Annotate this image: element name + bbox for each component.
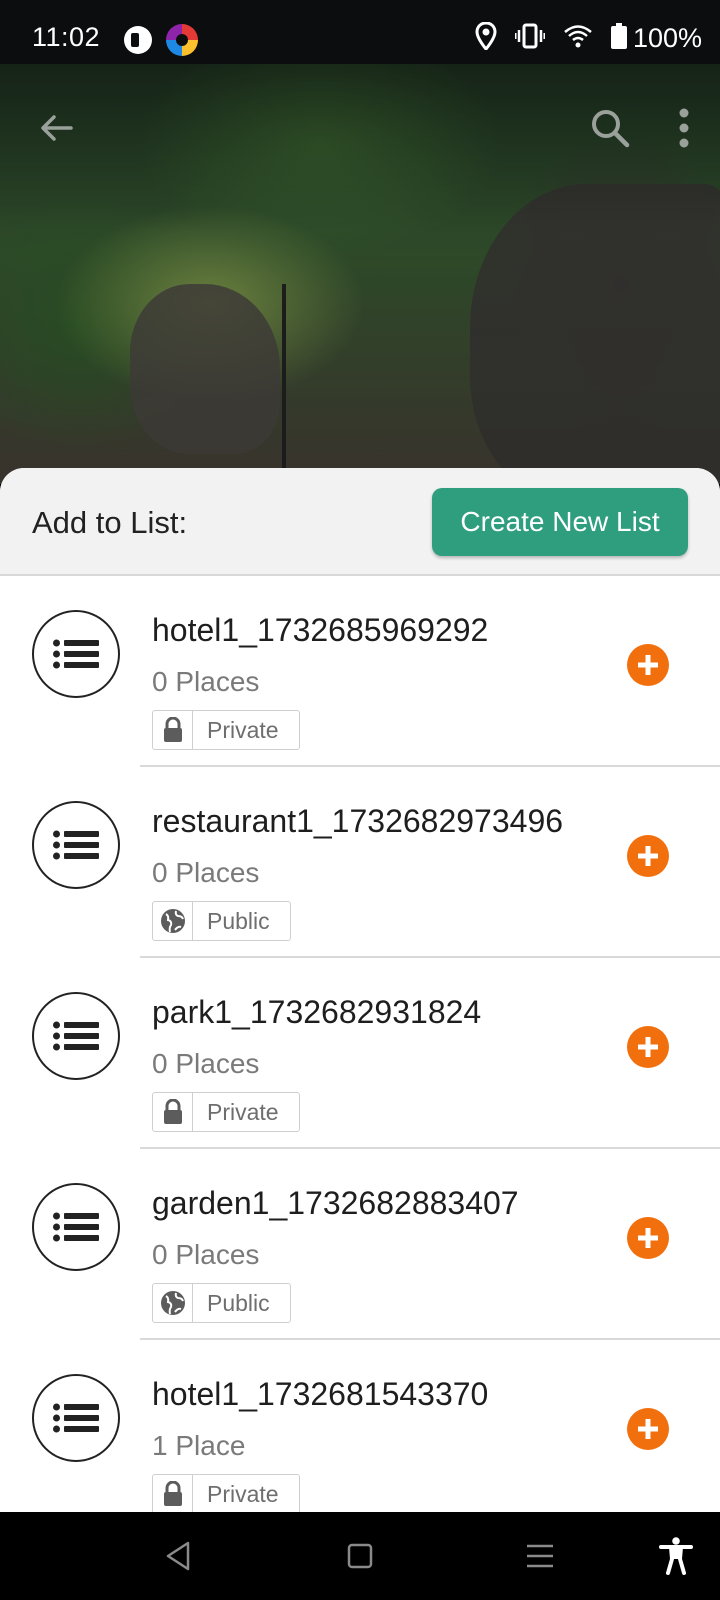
status-time: 11:02 [32, 22, 101, 52]
sheet-header: Add to List: Create New List [0, 468, 720, 576]
list-name: hotel1_1732681543370 [152, 1376, 489, 1412]
vibrate-icon [514, 23, 546, 54]
battery-percent: 100% [632, 23, 702, 53]
add-to-list-button[interactable] [627, 1408, 669, 1450]
list-icon [32, 1374, 120, 1462]
search-icon[interactable] [586, 104, 634, 152]
lock-icon [153, 1475, 193, 1512]
lists-container: hotel1_1732685969292 0 Places Private re… [0, 576, 720, 1512]
add-to-list-sheet: Add to List: Create New List hotel1_1732… [0, 468, 720, 1512]
visibility-label: Private [207, 1098, 279, 1125]
list-item[interactable]: hotel1_1732685969292 0 Places Private [0, 576, 720, 767]
location-icon [475, 21, 497, 55]
status-bar: 11:02 100% [0, 0, 720, 64]
list-name: park1_1732682931824 [152, 994, 482, 1030]
lock-icon [153, 1093, 193, 1131]
list-place-count: 0 Places [152, 1048, 260, 1079]
list-icon [32, 992, 120, 1080]
add-to-list-button[interactable] [627, 835, 669, 877]
list-place-count: 0 Places [152, 1239, 260, 1270]
app-icon [124, 26, 152, 54]
list-place-count: 0 Places [152, 666, 260, 697]
photos-app-icon [166, 24, 198, 56]
list-name: restaurant1_1732682973496 [152, 803, 564, 839]
list-name: garden1_1732682883407 [152, 1185, 519, 1221]
home-square-icon[interactable] [336, 1532, 384, 1580]
visibility-badge: Public [152, 901, 291, 941]
back-arrow-icon[interactable] [32, 104, 80, 152]
list-place-count: 1 Place [152, 1430, 246, 1461]
list-item[interactable]: hotel1_1732681543370 1 Place Private [0, 1340, 720, 1512]
back-triangle-icon[interactable] [154, 1532, 202, 1580]
add-to-list-button[interactable] [627, 644, 669, 686]
globe-icon [153, 902, 193, 940]
add-to-list-button[interactable] [627, 1217, 669, 1259]
visibility-badge: Private [152, 1474, 300, 1512]
add-to-list-button[interactable] [627, 1026, 669, 1068]
visibility-badge: Private [152, 1092, 300, 1132]
list-icon [32, 1183, 120, 1271]
visibility-label: Public [207, 907, 270, 934]
lock-icon [153, 711, 193, 749]
wifi-icon [563, 24, 593, 53]
more-vert-icon[interactable] [660, 104, 708, 152]
visibility-label: Private [207, 1480, 279, 1507]
list-name: hotel1_1732685969292 [152, 612, 489, 648]
visibility-label: Private [207, 716, 279, 743]
accessibility-icon[interactable] [652, 1532, 700, 1580]
visibility-label: Public [207, 1289, 270, 1316]
sheet-title: Add to List: [32, 505, 188, 540]
globe-icon [153, 1284, 193, 1322]
place-hero-image [0, 64, 720, 484]
list-icon [32, 610, 120, 698]
list-icon [32, 801, 120, 889]
recents-icon[interactable] [516, 1532, 564, 1580]
visibility-badge: Private [152, 710, 300, 750]
list-item[interactable]: park1_1732682931824 0 Places Private [0, 958, 720, 1149]
visibility-badge: Public [152, 1283, 291, 1323]
battery-icon [610, 23, 627, 54]
list-item[interactable]: garden1_1732682883407 0 Places Public [0, 1149, 720, 1340]
system-nav-bar [0, 1512, 720, 1600]
list-place-count: 0 Places [152, 857, 260, 888]
create-new-list-button[interactable]: Create New List [432, 488, 688, 556]
list-item[interactable]: restaurant1_1732682973496 0 Places Publi… [0, 767, 720, 958]
